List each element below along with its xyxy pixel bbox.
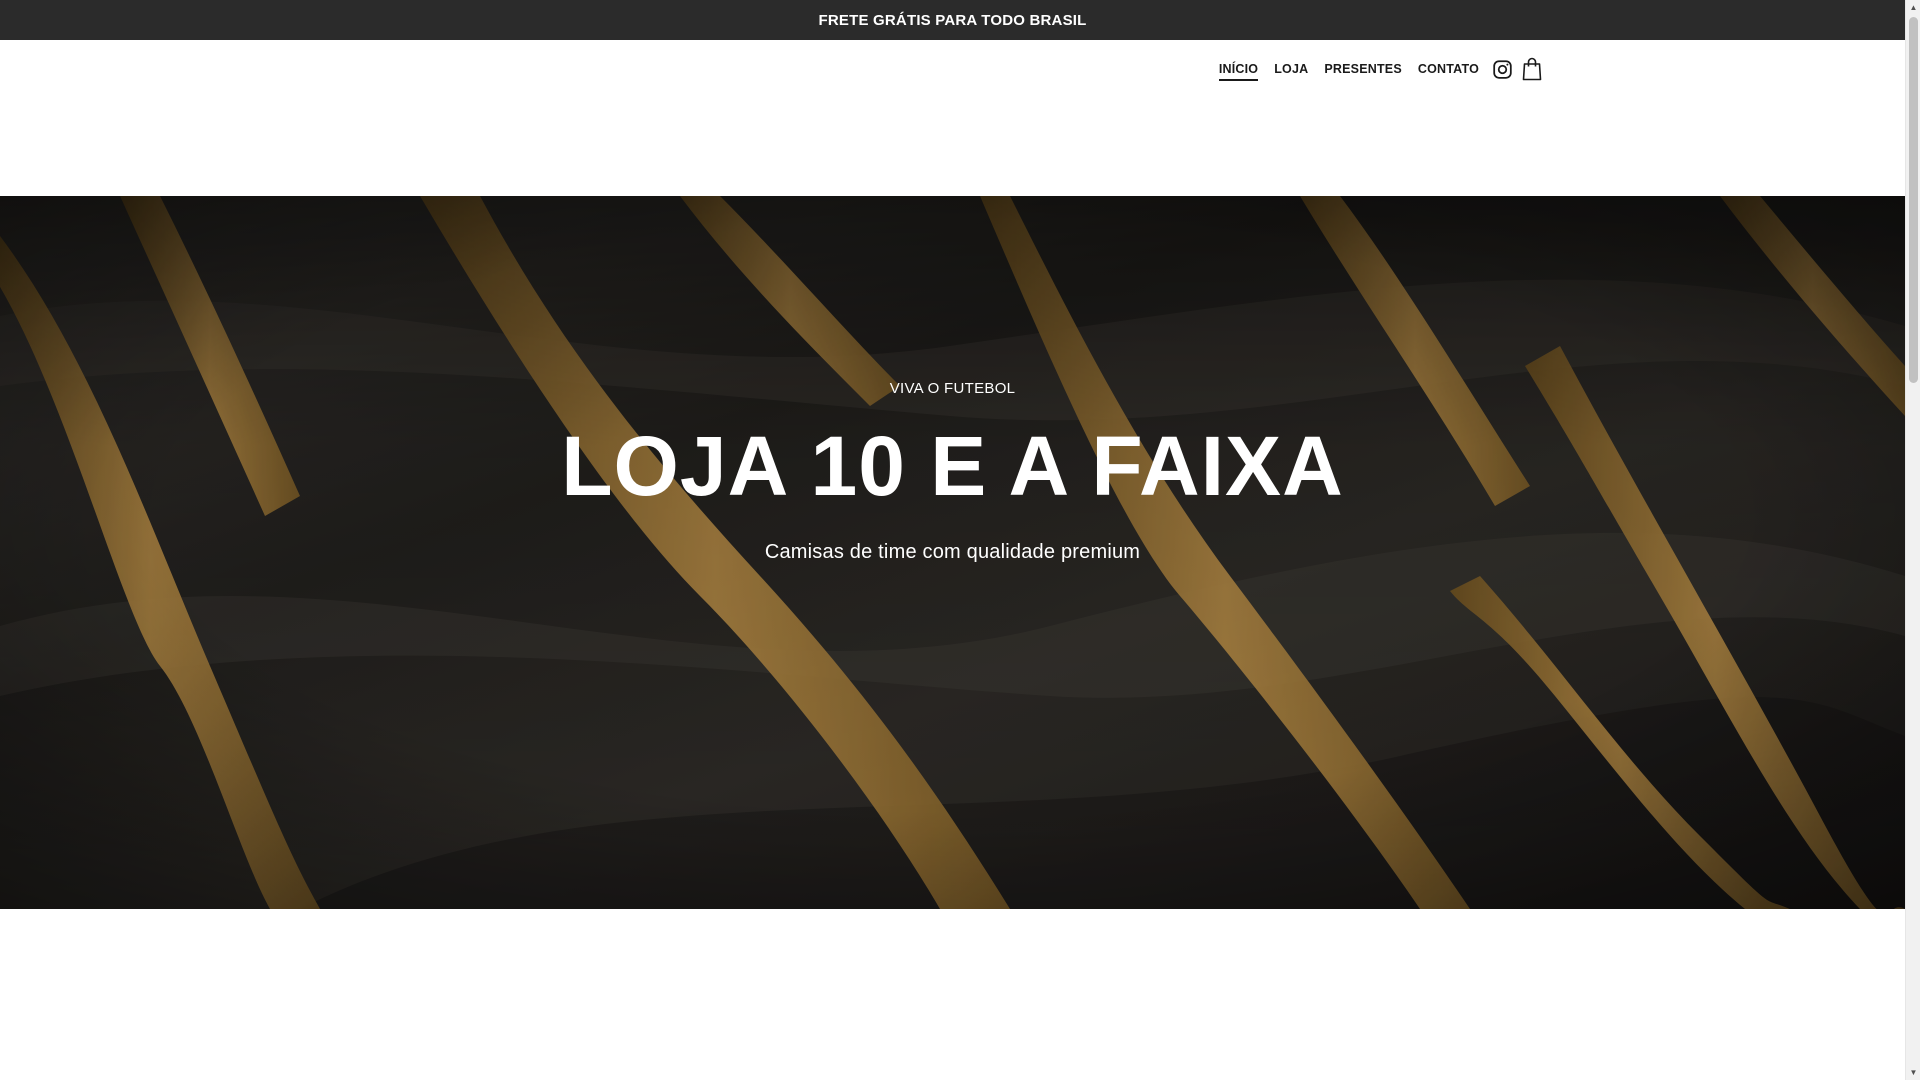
announcement-text: FRETE GRÁTIS PARA TODO BRASIL xyxy=(818,11,1087,29)
hero-subtitle: Camisas de time com qualidade premium xyxy=(764,541,1141,563)
nav-item-loja[interactable]: LOJA xyxy=(1266,50,1316,88)
nav-item-inicio[interactable]: INÍCIO xyxy=(1211,50,1266,88)
instagram-icon[interactable] xyxy=(1487,50,1517,88)
hero-title: LOJA 10 E A FAIXA xyxy=(561,419,1344,513)
main-nav: INÍCIO LOJA PRESENTES CONTATO xyxy=(1211,50,1547,88)
nav-item-contato[interactable]: CONTATO xyxy=(1410,50,1487,88)
nav-item-presentes[interactable]: PRESENTES xyxy=(1316,50,1410,88)
shopping-bag-icon[interactable] xyxy=(1517,50,1547,88)
vertical-scrollbar[interactable]: ▲ ▼ xyxy=(1905,0,1920,1080)
site-header: INÍCIO LOJA PRESENTES CONTATO xyxy=(0,40,1905,196)
announcement-bar: FRETE GRÁTIS PARA TODO BRASIL xyxy=(0,0,1905,40)
hero-content: VIVA O FUTEBOL LOJA 10 E A FAIXA Camisas… xyxy=(0,196,1905,909)
scroll-down-arrow[interactable]: ▼ xyxy=(1906,1065,1920,1080)
scroll-thumb[interactable] xyxy=(1909,17,1918,383)
hero-eyebrow: VIVA O FUTEBOL xyxy=(889,380,1016,397)
page: FRETE GRÁTIS PARA TODO BRASIL INÍCIO LOJ… xyxy=(0,0,1905,1080)
hero-banner: VIVA O FUTEBOL LOJA 10 E A FAIXA Camisas… xyxy=(0,196,1905,909)
scroll-up-arrow[interactable]: ▲ xyxy=(1906,0,1920,15)
